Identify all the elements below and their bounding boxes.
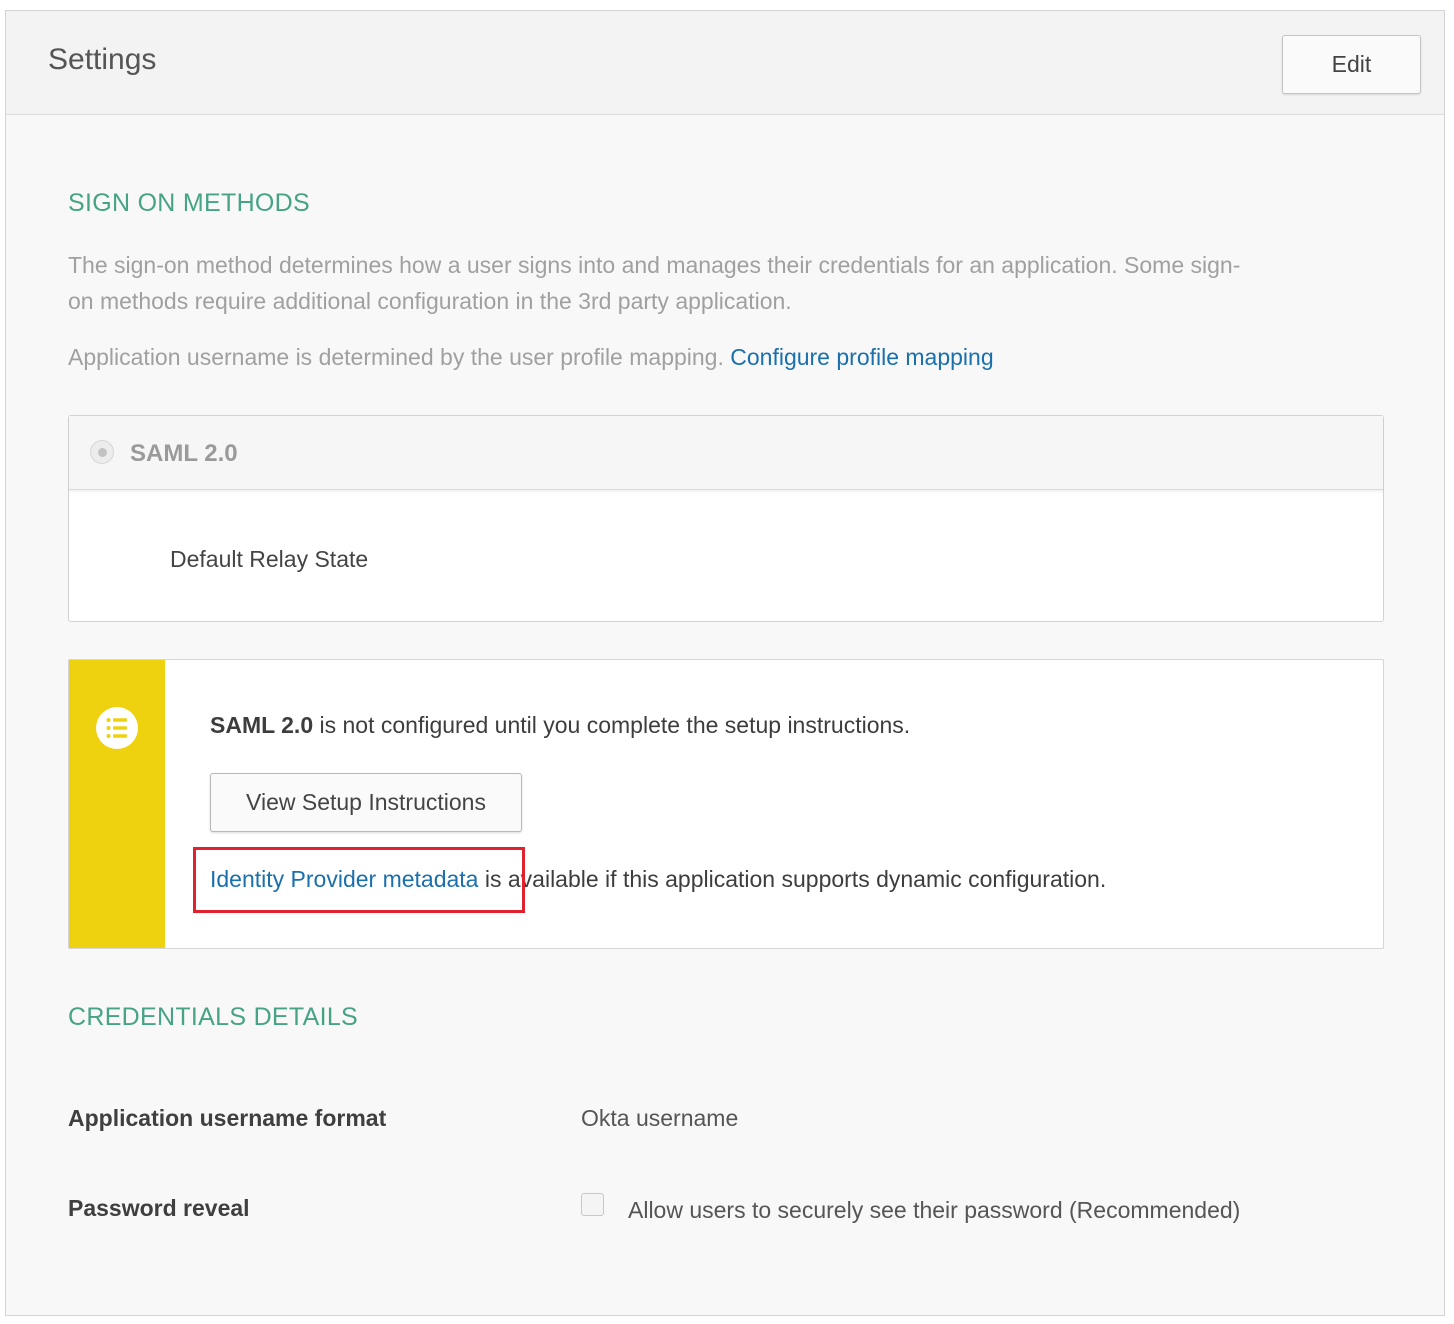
sign-on-description: The sign-on method determines how a user… [68,247,1388,319]
saml-radio-button[interactable] [90,440,114,464]
setup-notice-message: is not configured until you complete the… [313,712,911,738]
edit-button[interactable]: Edit [1282,35,1421,94]
configure-profile-mapping-link[interactable]: Configure profile mapping [730,344,993,370]
view-setup-instructions-button[interactable]: View Setup Instructions [210,773,522,832]
notice-bar [69,660,165,948]
username-format-value: Okta username [581,1105,739,1131]
password-reveal-label: Password reveal [68,1195,250,1221]
sign-on-methods-title: SIGN ON METHODS [68,189,311,217]
setup-notice: SAML 2.0 is not configured until you com… [68,659,1384,949]
username-mapping-text: Application username is determined by th… [68,339,1388,375]
setup-notice-text: SAML 2.0 is not configured until you com… [210,712,910,739]
password-reveal-option-label[interactable]: Allow users to securely see their passwo… [628,1197,1240,1224]
saml-method-header: SAML 2.0 [69,416,1383,490]
default-relay-state-label: Default Relay State [170,546,369,572]
panel-header: Settings Edit [6,11,1444,115]
settings-panel: Settings Edit SIGN ON METHODS The sign-o… [5,10,1445,1316]
panel-title: Settings [48,43,157,76]
credentials-details-title: CREDENTIALS DETAILS [68,1003,359,1031]
highlight-annotation-box [193,847,525,913]
saml-method-box: SAML 2.0 Default Relay State [68,415,1384,622]
saml-method-label: SAML 2.0 [130,440,238,467]
metadata-line-text: is available if this application support… [478,866,1107,892]
username-mapping-label: Application username is determined by th… [68,344,724,370]
setup-notice-bold: SAML 2.0 [210,712,314,738]
radio-selected-dot [98,448,107,457]
sign-on-description-line1: The sign-on method determines how a user… [68,252,1241,278]
sign-on-description-line2: on methods require additional configurat… [68,288,792,314]
list-icon [96,707,138,749]
username-format-label: Application username format [68,1105,387,1131]
password-reveal-checkbox[interactable] [581,1193,604,1216]
